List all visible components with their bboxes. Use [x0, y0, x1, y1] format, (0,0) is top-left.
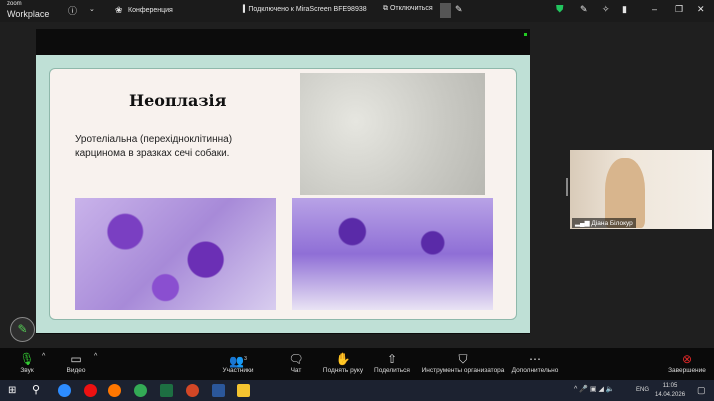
more-button[interactable]: ⋯ Дополнительно — [509, 351, 561, 374]
notifications-icon[interactable]: ▢ — [697, 385, 706, 396]
clock[interactable]: 11:05 14.04.2026 — [655, 382, 685, 400]
title-bar: zoom Workplace ⓘ ⌄ ❀ Конференция ▍Подклю… — [0, 0, 714, 22]
microscopy-image-cells-1 — [75, 198, 276, 310]
end-label: Завершение — [668, 367, 706, 374]
chat-icon: 🗨 — [288, 352, 304, 366]
exit-icon[interactable]: ▮ — [622, 4, 627, 15]
restore-button[interactable]: ❐ — [675, 4, 683, 15]
powerpoint-icon[interactable] — [186, 384, 199, 397]
video-label: Видео — [66, 367, 86, 374]
microphone-icon: 🎙 — [19, 352, 35, 366]
end-icon: ⊗ — [681, 352, 693, 366]
sparkle-icon[interactable]: ✧ — [602, 4, 610, 15]
participants-label: Участники — [222, 367, 254, 374]
date: 14.04.2026 — [655, 392, 686, 398]
hand-icon: ✋ — [335, 352, 351, 366]
firefox-icon[interactable] — [108, 384, 121, 397]
slide: Неоплазія Уротеліальна (перехідноклітинн… — [36, 55, 530, 333]
slide-text-line: Уротеліальна (перехідноклітинна) — [75, 134, 233, 145]
close-button[interactable]: ✕ — [697, 4, 705, 15]
shield-icon: ⛉ — [458, 352, 468, 366]
share-indicator — [524, 33, 527, 36]
meeting-toolbar: 🎙 Звук ^ ▭ Видео ^ 👥3 Участники 🗨 Чат ✋ Подня… — [0, 348, 714, 380]
slide-text-line: карцинома в зразках сечі собаки. — [75, 148, 230, 159]
participant-name: Діана Білокур — [591, 220, 633, 227]
share-label: Поделиться — [374, 367, 410, 374]
meeting-icon: ❀ — [115, 5, 123, 15]
annotate-button[interactable]: ✎ — [10, 317, 35, 342]
search-icon[interactable]: ⚲ — [32, 383, 40, 396]
audio-options-chevron[interactable]: ^ — [42, 353, 45, 360]
zoom-logo: Workplace — [7, 9, 50, 19]
system-tray-icons[interactable]: ^ 🎤 ▣ ◢ 🔈 — [574, 385, 615, 393]
raise-hand-label: Поднять руку — [322, 367, 364, 374]
chat-button[interactable]: 🗨 Чат — [284, 351, 308, 374]
participants-button[interactable]: 👥3 Участники — [218, 351, 258, 374]
camera-icon: ▭ — [70, 352, 82, 366]
more-icon: ⋯ — [529, 352, 541, 366]
opera-icon[interactable] — [84, 384, 97, 397]
slide-title: Неоплазія — [129, 91, 227, 110]
more-label: Дополнительно — [511, 367, 559, 374]
chat-label: Чат — [290, 367, 302, 374]
end-button[interactable]: ⊗ Завершение — [667, 351, 707, 374]
word-icon[interactable] — [212, 384, 225, 397]
audio-label: Звук — [20, 367, 34, 374]
info-icon[interactable]: ⓘ — [68, 4, 77, 17]
meeting-label[interactable]: Конференция — [128, 7, 173, 14]
disconnect-label: Отключиться — [389, 5, 433, 12]
zoom-logo-top: zoom — [7, 1, 22, 7]
host-tools-label: Инструменты организатора — [421, 367, 505, 374]
annotate-icon[interactable]: ✎ — [580, 4, 588, 15]
audio-button[interactable]: 🎙 Звук — [14, 351, 40, 374]
excel-icon[interactable] — [160, 384, 173, 397]
chevron-down-icon[interactable]: ⌄ — [89, 5, 95, 13]
connection-status: ▍Подключено к MiraScreen BFE98938 — [243, 6, 367, 13]
shield-icon[interactable]: ⛊ — [556, 4, 564, 15]
resize-handle[interactable] — [566, 178, 568, 196]
file-explorer-icon[interactable] — [237, 384, 250, 397]
video-button[interactable]: ▭ Видео — [62, 351, 90, 374]
video-options-chevron[interactable]: ^ — [94, 353, 97, 360]
time: 11:05 — [662, 383, 678, 389]
share-icon: ⇧ — [386, 352, 398, 366]
pin-icon[interactable]: ✎ — [455, 4, 463, 15]
participants-count: 3 — [244, 356, 247, 362]
chrome-icon[interactable] — [134, 384, 147, 397]
share-button[interactable]: ⇧ Поделиться — [372, 351, 412, 374]
zoom-app-icon[interactable] — [58, 384, 71, 397]
slide-inner: Неоплазія Уротеліальна (перехідноклітинн… — [49, 68, 517, 320]
minimize-button[interactable]: – — [652, 4, 657, 14]
windows-start-icon[interactable]: ⊞ — [8, 385, 16, 396]
participants-icon: 👥3 — [229, 354, 247, 368]
taskbar: ⊞ ⚲ ^ 🎤 ▣ ◢ 🔈 ENG 11:05 14.04.2026 ▢ — [0, 380, 714, 401]
microscopy-image-unstained — [300, 73, 485, 195]
host-tools-button[interactable]: ⛉ Инструменты организатора — [421, 351, 505, 374]
language-indicator[interactable]: ENG — [636, 387, 649, 393]
slide-text: Уротеліальна (перехідноклітинна) карцино… — [75, 133, 232, 161]
microscopy-image-cells-2 — [292, 198, 493, 310]
connection-text: Подключено к MiraScreen BFE98938 — [248, 6, 367, 13]
participant-name-tag: ▂▄▆ Діана Білокур — [572, 218, 636, 228]
disconnect-button[interactable]: ⧉ Отключиться — [383, 5, 433, 13]
raise-hand-button[interactable]: ✋ Поднять руку — [320, 351, 366, 374]
settings-icon[interactable] — [440, 3, 451, 18]
participant-video[interactable]: ▂▄▆ Діана Білокур — [570, 150, 712, 229]
